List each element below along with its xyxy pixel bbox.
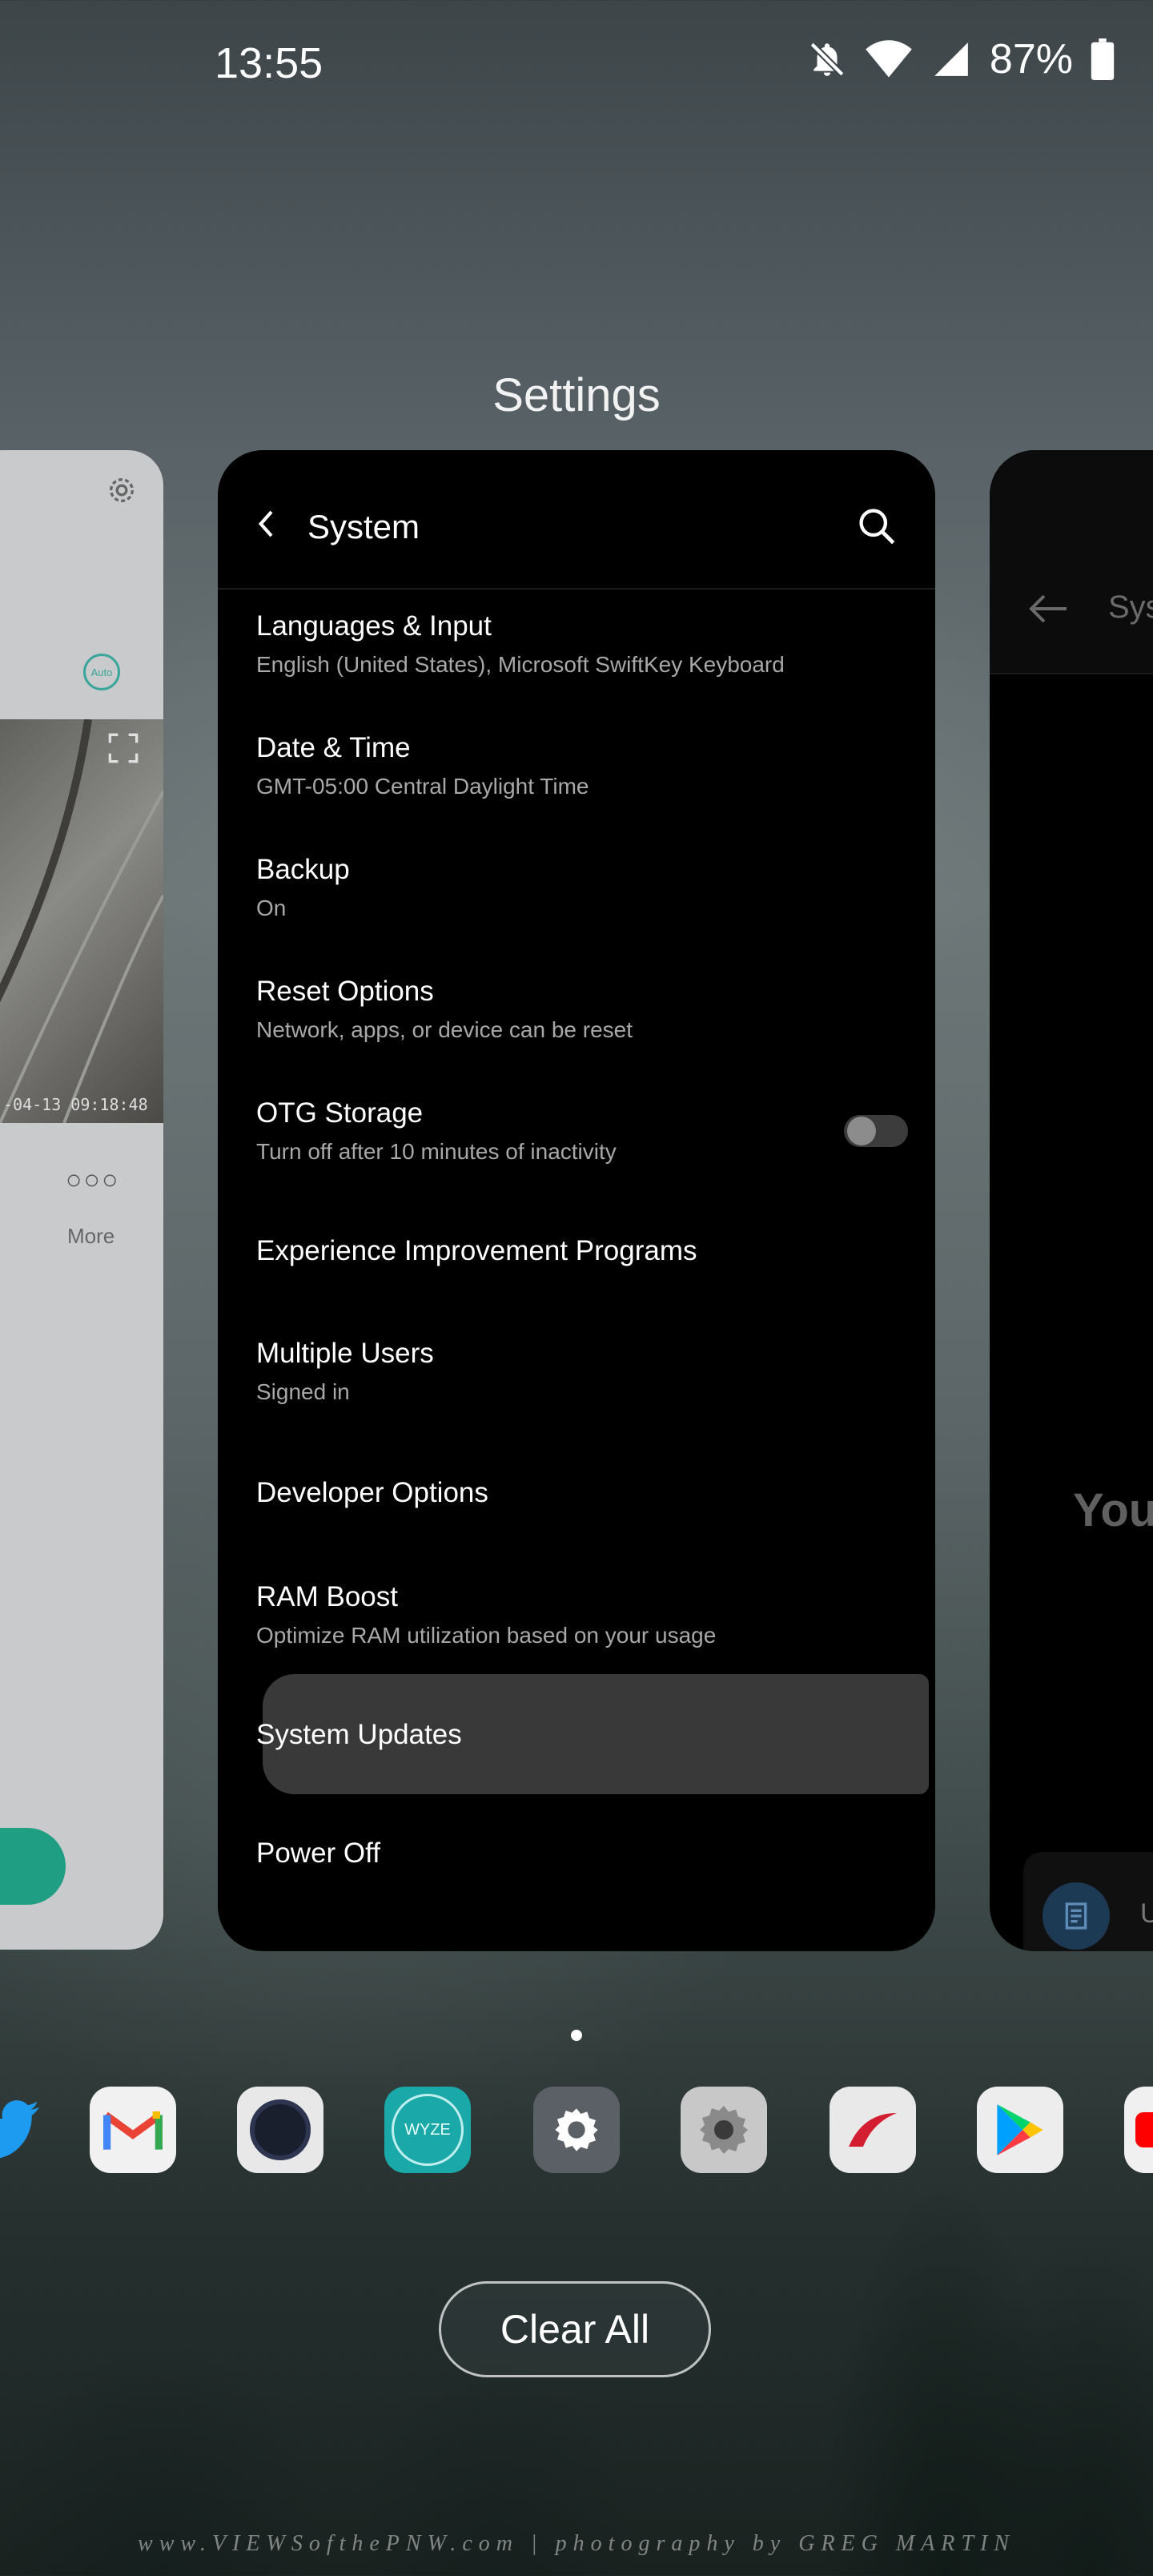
right-card-bottom-letter: U xyxy=(1140,1898,1153,1929)
wallpaper-watermark: www.VIEWSofthePNW.com | photography by G… xyxy=(138,2531,1015,2556)
item-subtitle: English (United States), Microsoft Swift… xyxy=(256,652,785,677)
recent-app-title[interactable]: Settings xyxy=(0,368,1153,422)
more-dots-icon: ○○○ xyxy=(66,1165,120,1195)
otg-storage-toggle[interactable] xyxy=(844,1115,908,1147)
camera-app-icon[interactable] xyxy=(237,2087,323,2173)
item-subtitle: GMT-05:00 Central Daylight Time xyxy=(256,774,589,799)
item-title: Multiple Users xyxy=(256,1338,434,1369)
right-card-title: Sys xyxy=(1108,590,1153,625)
item-title: Power Off xyxy=(256,1837,380,1869)
item-title: RAM Boost xyxy=(256,1581,398,1612)
auto-icon: Auto xyxy=(83,654,120,690)
document-icon xyxy=(1043,1882,1110,1950)
status-icons: 87% xyxy=(807,35,1115,83)
item-title: Date & Time xyxy=(256,732,411,763)
play-store-app-icon[interactable] xyxy=(977,2087,1063,2173)
item-title: Developer Options xyxy=(256,1477,488,1508)
red-swoosh-app-icon[interactable] xyxy=(830,2087,916,2173)
item-subtitle: Network, apps, or device can be reset xyxy=(256,1017,633,1042)
item-title: OTG Storage xyxy=(256,1097,424,1129)
mute-icon xyxy=(810,42,845,77)
gear-icon xyxy=(555,2108,598,2151)
settings-alt-app-icon[interactable] xyxy=(681,2087,767,2173)
camera-lens-icon xyxy=(250,2099,311,2160)
recent-card-settings[interactable]: System Languages & Input English (United… xyxy=(218,450,935,1951)
back-arrow-icon xyxy=(1029,594,1067,623)
wyze-app-icon[interactable]: WYZE xyxy=(384,2087,471,2173)
recent-card-right[interactable]: Sys You U xyxy=(990,450,1153,1951)
item-subtitle: Optimize RAM utilization based on your u… xyxy=(256,1623,717,1648)
status-time: 13:55 xyxy=(215,39,323,87)
item-subtitle: Turn off after 10 minutes of inactivity xyxy=(256,1139,617,1164)
page-indicator xyxy=(571,2030,582,2041)
gear-icon xyxy=(700,2106,748,2154)
wifi-icon xyxy=(866,40,912,78)
item-subtitle: Signed in xyxy=(256,1379,350,1404)
right-card-big-text: You xyxy=(1073,1484,1153,1536)
toggle-knob xyxy=(847,1117,876,1145)
expand-icon xyxy=(108,733,139,763)
item-title: Languages & Input xyxy=(256,610,492,642)
battery-percent: 87% xyxy=(989,36,1073,83)
item-subtitle: On xyxy=(256,896,287,920)
recent-card-left[interactable]: Auto -04-13 09:18:48 ○○○ More xyxy=(0,450,163,1950)
item-title: Reset Options xyxy=(256,976,434,1007)
gmail-app-icon[interactable] xyxy=(90,2087,176,2173)
settings-topbar: System xyxy=(218,450,935,590)
wyze-label: WYZE xyxy=(392,2094,464,2166)
right-card-header xyxy=(990,450,1153,674)
battery-icon xyxy=(1091,38,1115,80)
wallpaper-trees xyxy=(0,1855,1153,2576)
page-title: System xyxy=(307,508,420,545)
search-icon[interactable] xyxy=(855,505,897,546)
red-app-icon[interactable] xyxy=(1124,2087,1153,2173)
item-title: Experience Improvement Programs xyxy=(256,1235,697,1266)
item-title: Backup xyxy=(256,854,350,885)
back-icon[interactable] xyxy=(251,508,283,540)
signal-icon xyxy=(934,42,968,76)
green-action-button xyxy=(0,1828,66,1905)
camera-timestamp: -04-13 09:18:48 xyxy=(3,1095,148,1114)
twitter-app-icon[interactable] xyxy=(0,2087,46,2173)
clear-all-button[interactable]: Clear All xyxy=(439,2281,711,2377)
camera-preview xyxy=(0,718,163,1124)
settings-app-icon[interactable] xyxy=(533,2087,620,2173)
gear-icon xyxy=(110,478,134,502)
more-label: More xyxy=(67,1224,115,1248)
red-app-glyph xyxy=(1135,2112,1153,2147)
item-title: System Updates xyxy=(256,1719,462,1750)
